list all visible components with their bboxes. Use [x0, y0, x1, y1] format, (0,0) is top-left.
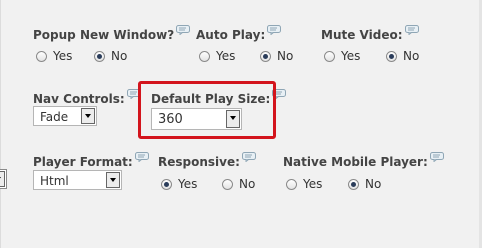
settings-panel: Popup New Window? Yes No Auto Play: Yes …: [0, 0, 482, 248]
popup-new-window-label: Popup New Window?: [33, 25, 191, 42]
help-icon[interactable]: [404, 25, 420, 35]
chevron-down-icon[interactable]: [0, 171, 5, 187]
native-mobile-player-no-option[interactable]: No: [348, 177, 381, 191]
mute-video-yes-option[interactable]: Yes: [324, 49, 360, 63]
player-format-select[interactable]: Html: [33, 170, 122, 190]
auto-play-no-option[interactable]: No: [260, 49, 293, 63]
highlight-box: [138, 81, 276, 139]
mute-video-label: Mute Video:: [321, 25, 420, 42]
popup-new-window-yes-radio[interactable]: [36, 50, 47, 62]
help-icon[interactable]: [241, 152, 257, 162]
popup-new-window-no-option[interactable]: No: [94, 49, 127, 63]
nav-controls-select[interactable]: Fade: [33, 106, 97, 126]
responsive-yes-radio[interactable]: [161, 178, 172, 190]
chevron-down-icon[interactable]: [81, 108, 95, 124]
help-icon[interactable]: [429, 152, 445, 162]
mute-video-no-radio[interactable]: [386, 50, 397, 62]
native-mobile-player-yes-radio[interactable]: [286, 178, 297, 190]
auto-play-label: Auto Play:: [196, 25, 282, 42]
native-mobile-player-label: Native Mobile Player:: [283, 152, 445, 169]
help-icon[interactable]: [176, 25, 191, 35]
popup-new-window-yes-option[interactable]: Yes: [36, 49, 72, 63]
responsive-label: Responsive:: [158, 152, 257, 169]
mute-video-no-option[interactable]: No: [386, 49, 419, 63]
native-mobile-player-yes-option[interactable]: Yes: [286, 177, 322, 191]
help-icon[interactable]: [267, 25, 282, 35]
responsive-yes-option[interactable]: Yes: [161, 177, 197, 191]
popup-new-window-no-radio[interactable]: [94, 50, 105, 62]
cut-off-select[interactable]: [0, 169, 7, 189]
auto-play-yes-option[interactable]: Yes: [199, 49, 235, 63]
responsive-no-radio[interactable]: [222, 178, 233, 190]
panel-left-border: [0, 0, 1, 248]
auto-play-yes-radio[interactable]: [199, 50, 210, 62]
nav-controls-label: Nav Controls:: [33, 89, 142, 106]
chevron-down-icon[interactable]: [106, 172, 120, 188]
auto-play-no-radio[interactable]: [260, 50, 271, 62]
player-format-label: Player Format:: [33, 152, 150, 169]
responsive-no-option[interactable]: No: [222, 177, 255, 191]
native-mobile-player-no-radio[interactable]: [348, 178, 359, 190]
mute-video-yes-radio[interactable]: [324, 50, 335, 62]
help-icon[interactable]: [134, 152, 150, 162]
